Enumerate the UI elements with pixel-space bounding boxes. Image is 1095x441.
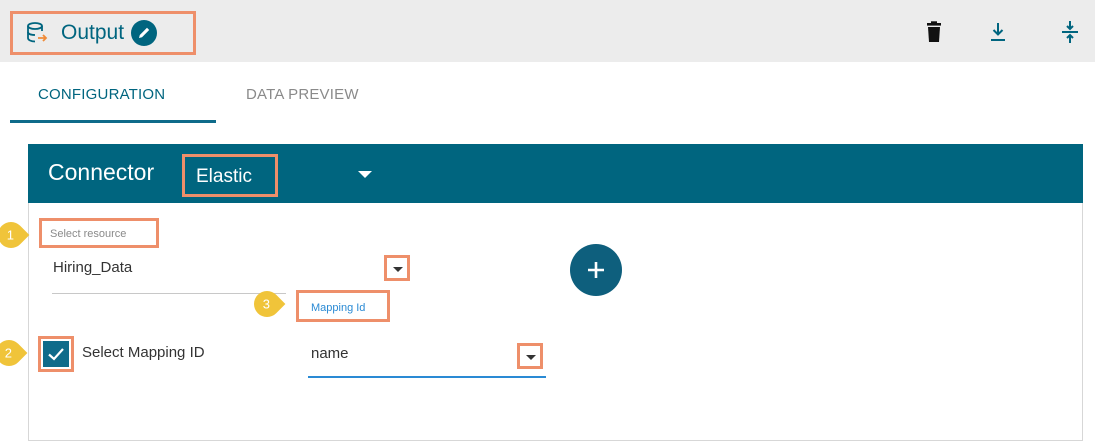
- download-icon[interactable]: [986, 20, 1010, 44]
- chevron-down-icon: [393, 267, 403, 272]
- resource-label-highlight: Select resource: [39, 218, 159, 248]
- connector-label: Connector: [48, 159, 155, 185]
- collapse-icon[interactable]: [1058, 20, 1082, 44]
- resource-underline: [52, 293, 286, 294]
- database-output-icon: [27, 22, 48, 43]
- callout-badge-2: 2: [0, 334, 28, 372]
- plus-icon: [588, 262, 604, 278]
- select-mapping-checkbox[interactable]: [43, 341, 69, 367]
- tab-configuration[interactable]: CONFIGURATION: [38, 86, 165, 103]
- mapping-dropdown-button[interactable]: [517, 343, 543, 369]
- trash-icon[interactable]: [922, 20, 946, 44]
- connector-header: Connector Elastic: [28, 144, 1083, 203]
- active-tab-indicator: [10, 120, 216, 123]
- add-button[interactable]: [570, 244, 622, 296]
- resource-label: Select resource: [50, 228, 127, 240]
- page-title: Output: [61, 21, 125, 44]
- tab-data-preview[interactable]: DATA PREVIEW: [246, 86, 359, 103]
- connector-value: Elastic: [196, 166, 252, 187]
- chevron-down-icon: [526, 355, 536, 360]
- resource-select[interactable]: Hiring_Data: [53, 259, 132, 276]
- top-bar: Output: [0, 0, 1095, 62]
- mapping-field-underline: [308, 376, 546, 378]
- mapping-id-label: Mapping Id: [311, 302, 366, 314]
- tab-bar: CONFIGURATION DATA PREVIEW: [0, 62, 1095, 124]
- mapping-field-select[interactable]: name: [311, 345, 349, 362]
- callout-badge-1: 1: [0, 216, 30, 254]
- connector-select[interactable]: Elastic: [182, 154, 278, 197]
- resource-dropdown-button[interactable]: [384, 255, 410, 281]
- check-icon: [48, 348, 64, 361]
- select-mapping-label: Select Mapping ID: [82, 344, 205, 361]
- edit-icon[interactable]: [130, 19, 158, 47]
- title-highlight: Output: [10, 11, 196, 55]
- connector-dropdown-caret-icon[interactable]: [358, 171, 372, 178]
